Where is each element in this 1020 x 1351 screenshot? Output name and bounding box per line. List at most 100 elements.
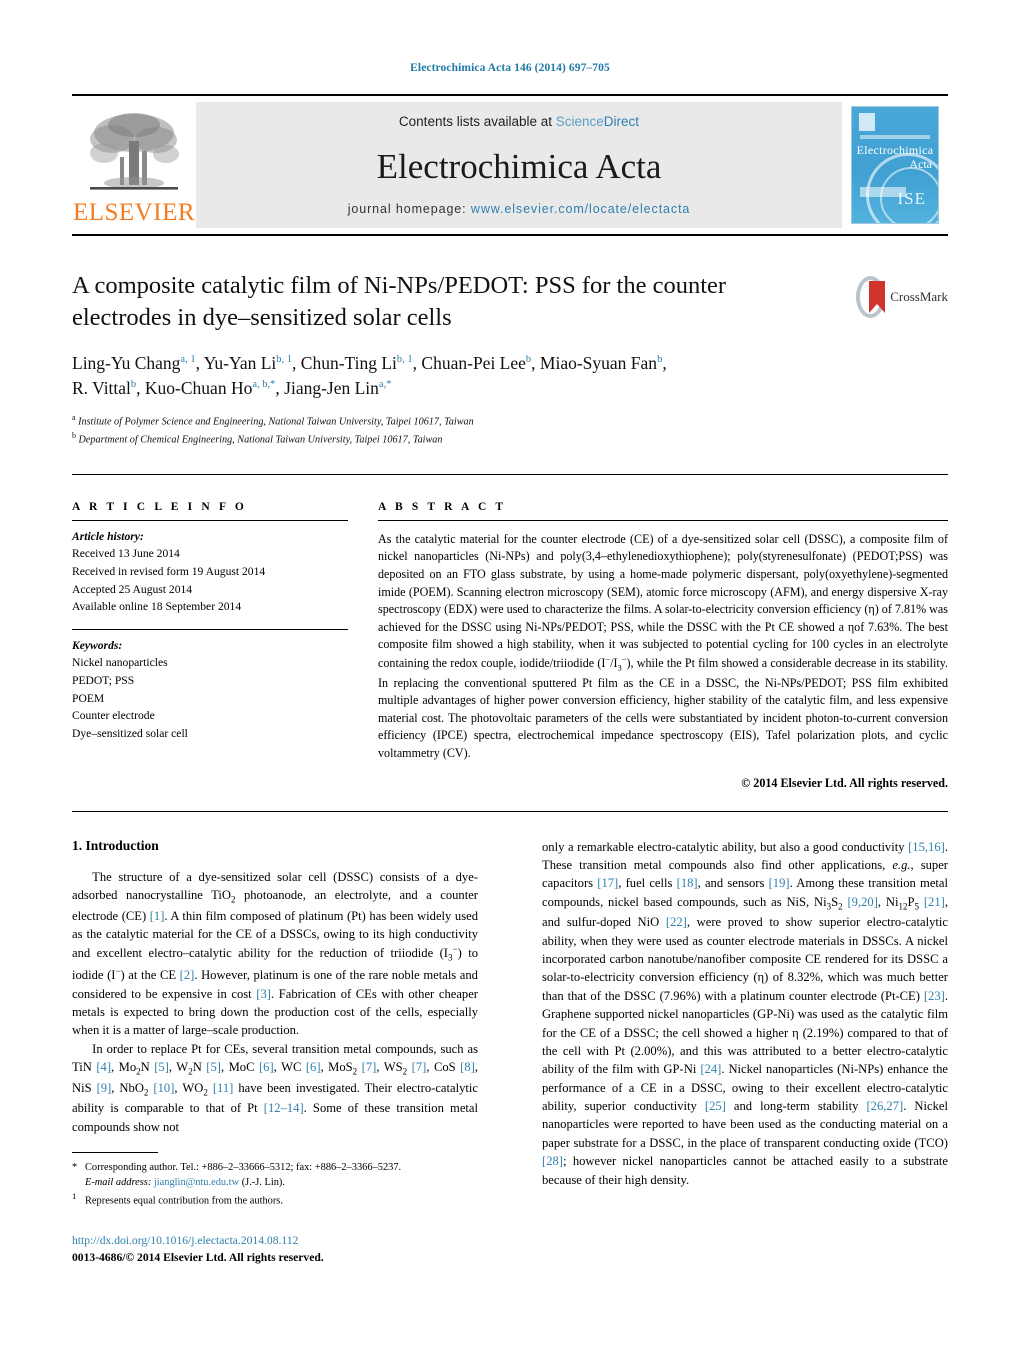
citation-ref[interactable]: [26,27] (866, 1099, 903, 1113)
keyword-item: PEDOT; PSS (72, 674, 135, 688)
text-run: , Ni (877, 894, 899, 909)
keyword-item: Dye–sensitized solar cell (72, 726, 188, 740)
contents-available-line: Contents lists available at ScienceDirec… (399, 114, 639, 129)
text-run: , MoC (220, 1060, 259, 1075)
citation-ref[interactable]: [8] (460, 1060, 475, 1074)
author-name[interactable]: Jiang-Jen Lin (284, 378, 379, 398)
text-run: only a remarkable electro-catalytic abil… (542, 839, 909, 854)
page-title: A composite catalytic film of Ni-NPs/PED… (72, 270, 852, 334)
article-history-block: Article history: Received 13 June 2014 R… (72, 528, 348, 616)
text-run: and long-term stability (725, 1099, 867, 1114)
keyword-item: Counter electrode (72, 709, 155, 723)
abstract-sub-3: 3 (617, 663, 622, 673)
keywords-label: Keywords: (72, 638, 123, 652)
article-info-column: A R T I C L E I N F O Article history: R… (72, 501, 348, 791)
info-abstract-row: A R T I C L E I N F O Article history: R… (72, 501, 948, 791)
citation-ref[interactable]: [5] (206, 1060, 221, 1074)
citation-ref[interactable]: [6] (306, 1060, 321, 1074)
crossmark-icon (856, 276, 886, 318)
author-name[interactable]: Chun-Ting Li (301, 353, 397, 373)
abstract-text: As the catalytic material for the counte… (378, 531, 948, 763)
footnote-rule (72, 1152, 158, 1153)
citation-ref[interactable]: [4] (96, 1060, 111, 1074)
abstract-part-2: ), while the Pt film showed a considerab… (378, 655, 949, 760)
citation-ref[interactable]: [25] (705, 1099, 726, 1113)
footnote-marker-star: * (72, 1162, 78, 1173)
affiliation-b-text: Department of Chemical Engineering, Nati… (78, 434, 443, 446)
homepage-url[interactable]: www.elsevier.com/locate/electacta (471, 202, 690, 216)
body-column-left: 1. Introduction The structure of a dye-s… (72, 838, 478, 1189)
affiliation-marker-b: b (72, 431, 76, 441)
author-affil-marker: a, 1 (180, 353, 196, 365)
cover-image: Electrochimica Acta ISE (851, 106, 939, 224)
abstract-part-1: As the catalytic material for the counte… (378, 531, 948, 670)
affiliation-a-text: Institute of Polymer Science and Enginee… (78, 416, 474, 428)
citation-ref[interactable]: [12–14] (264, 1101, 304, 1115)
sciencedirect-link-part2[interactable]: Direct (604, 114, 639, 129)
text-run: , WC (273, 1060, 306, 1075)
author-name[interactable]: Chuan-Pei Lee (421, 353, 525, 373)
abstract-mid: /I (610, 655, 618, 670)
abstract-copyright: © 2014 Elsevier Ltd. All rights reserved… (741, 775, 948, 790)
citation-ref[interactable]: [19] (769, 876, 790, 890)
author-name[interactable]: Kuo-Chuan Ho (145, 378, 252, 398)
email-address-link[interactable]: jianglin@ntu.edu.tw (154, 1177, 239, 1188)
citation-ref[interactable]: [24] (700, 1062, 721, 1076)
citation-ref[interactable]: [11] (213, 1081, 234, 1095)
title-block: CrossMark A composite catalytic film of … (72, 270, 948, 448)
sciencedirect-link-part1[interactable]: Science (556, 114, 604, 129)
affiliation-marker-a: a (72, 413, 76, 423)
citation-ref[interactable]: [10] (153, 1081, 174, 1095)
abstract-body-divider (72, 810, 948, 812)
text-run: P (907, 894, 915, 909)
citation-ref[interactable]: [22] (666, 915, 687, 929)
paper-page: Electrochimica Acta 146 (2014) 697–705 E… (0, 0, 1020, 1351)
citation-ref[interactable]: [18] (677, 876, 698, 890)
title-line-1: A composite catalytic film of Ni-NPs/PED… (72, 272, 727, 299)
citation-ref[interactable]: [15,16] (908, 840, 945, 854)
citation-ref[interactable]: [1] (150, 909, 165, 923)
keywords-rule (72, 628, 348, 630)
footnote-equal-contribution: 1 Represents equal contribution from the … (72, 1190, 478, 1209)
keywords-block: Keywords: Nickel nanoparticles PEDOT; PS… (72, 637, 348, 743)
citation-ref[interactable]: [3] (256, 987, 271, 1001)
email-label: E-mail address: (85, 1177, 152, 1189)
doi-link[interactable]: http://dx.doi.org/10.1016/j.electacta.20… (72, 1232, 492, 1249)
citation-ref[interactable]: [7] (362, 1060, 377, 1074)
footnote-star-text: Corresponding author. Tel.: +886–2–33666… (85, 1162, 402, 1173)
citation-ref[interactable]: [5] (154, 1060, 169, 1074)
paragraph: only a remarkable electro-catalytic abil… (542, 838, 948, 1189)
citation-ref[interactable]: [17] (597, 876, 618, 890)
text-run: , W (168, 1060, 189, 1075)
citation-ref[interactable]: [6] (259, 1060, 274, 1074)
author-name[interactable]: Yu-Yan Li (204, 353, 277, 373)
elsevier-logo: ELSEVIER (72, 96, 196, 234)
affiliation-b: b Department of Chemical Engineering, Na… (72, 430, 852, 448)
footnote-marker-one-sup: 1 (72, 1191, 77, 1202)
author-affil-marker: a, b,* (252, 378, 276, 390)
citation-ref[interactable]: [21] (924, 895, 945, 909)
elsevier-wordmark: ELSEVIER (72, 199, 196, 226)
citation-ref[interactable]: [23] (924, 989, 945, 1003)
author-name[interactable]: Ling-Yu Chang (72, 353, 180, 373)
citation-ref[interactable]: [7] (412, 1060, 427, 1074)
text-run: , and sensors (697, 876, 769, 891)
journal-title: Electrochimica Acta (376, 147, 662, 186)
text-run: , WS (376, 1060, 403, 1075)
author-name[interactable]: Miao-Syuan Fan (540, 353, 657, 373)
citation-ref[interactable]: [2] (180, 968, 195, 982)
crossmark-badge[interactable]: CrossMark (856, 274, 948, 320)
citation-ref[interactable]: [9] (97, 1081, 112, 1095)
citation-ref[interactable]: [28] (542, 1154, 563, 1168)
footer-block: http://dx.doi.org/10.1016/j.electacta.20… (72, 1232, 492, 1267)
history-item: Available online 18 September 2014 (72, 600, 242, 614)
citation-ref[interactable]: [9,20] (847, 895, 877, 909)
author-affil-marker: b, 1 (396, 353, 413, 365)
affiliations: a Institute of Polymer Science and Engin… (72, 412, 852, 447)
author-affil-marker: b (657, 353, 663, 365)
article-info-rule (72, 519, 348, 521)
text-run: , CoS (426, 1060, 461, 1075)
text-run: , Mo (111, 1060, 137, 1075)
author-list: Ling-Yu Changa, 1, Yu-Yan Lib, 1, Chun-T… (72, 352, 667, 398)
author-name[interactable]: R. Vittal (72, 378, 131, 398)
